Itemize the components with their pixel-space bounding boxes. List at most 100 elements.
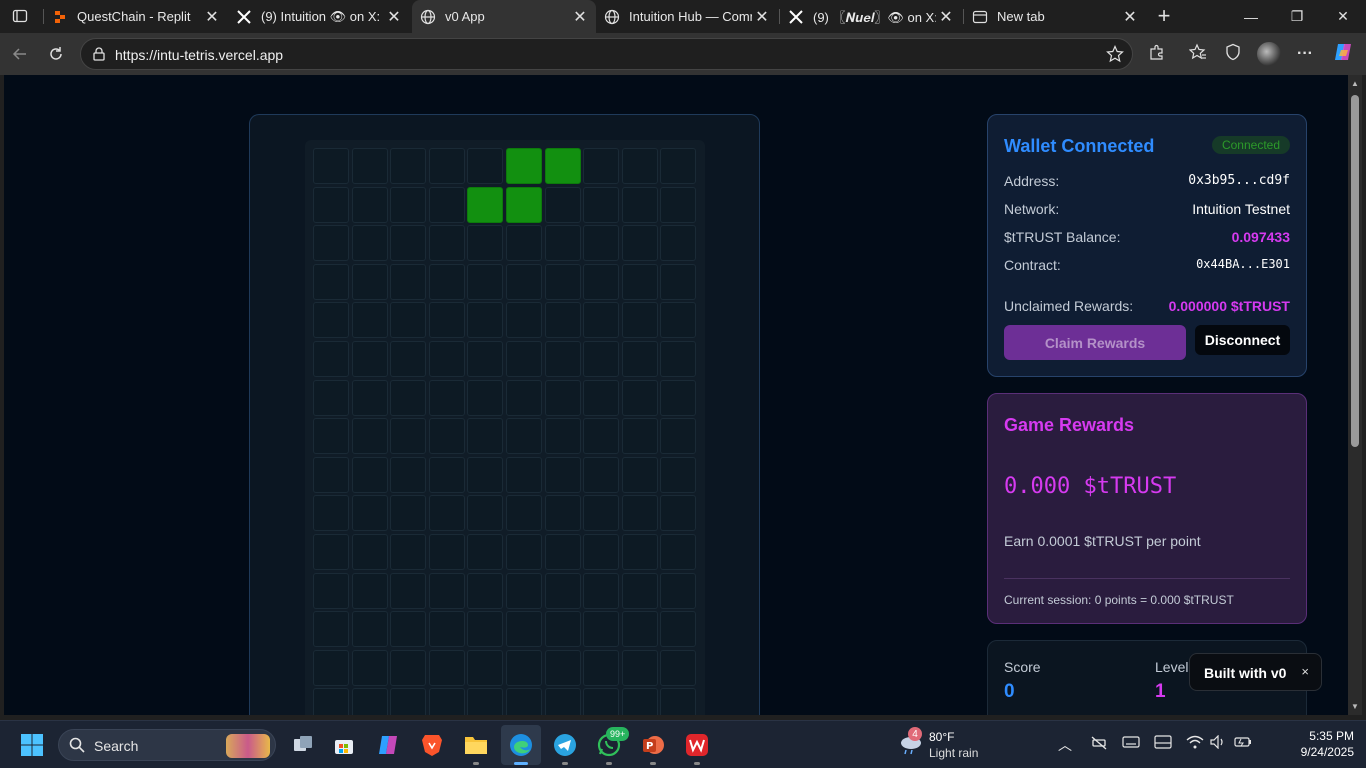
refresh-button[interactable] [44, 42, 68, 66]
show-hidden-icons-chevron-icon[interactable]: ︿ [1058, 735, 1072, 755]
board-cell [621, 302, 658, 339]
scroll-down-icon[interactable]: ▼ [1351, 702, 1359, 711]
weather-widget[interactable]: 4 80°F Light rain [897, 727, 997, 763]
x-logo-icon [788, 9, 804, 25]
store-button[interactable] [330, 731, 358, 759]
score-label: Score [1004, 659, 1041, 675]
tab-close-icon[interactable]: ✕ [752, 7, 772, 27]
globe-icon [420, 9, 436, 25]
board-cell [660, 534, 697, 570]
board-cell [428, 148, 465, 184]
board-cell [390, 456, 427, 493]
tab-close-icon[interactable]: ✕ [570, 7, 590, 27]
board-cell [351, 572, 388, 609]
favorite-star-icon[interactable] [1106, 45, 1124, 68]
tab-nuel-x[interactable]: (9) 〖𝑵𝒖𝒆𝒍〗👁 on X: ✕ [780, 0, 962, 33]
address-value: 0x3b95...cd9f [1188, 173, 1290, 188]
taskbar-search[interactable]: Search [58, 729, 276, 761]
rewards-amount: 0.000 $tTRUST [1004, 474, 1177, 499]
profile-button[interactable] [1257, 42, 1281, 66]
edge-icon [510, 734, 532, 756]
browser-essentials-button[interactable] [1221, 42, 1245, 66]
telegram-button[interactable] [551, 731, 579, 759]
board-cell [467, 418, 504, 455]
minimize-button[interactable]: — [1228, 0, 1274, 33]
board-cell [621, 225, 658, 262]
back-button[interactable] [8, 42, 32, 66]
board-cell [544, 572, 581, 609]
network-value: Intuition Testnet [1192, 201, 1290, 217]
tab-intuition-hub[interactable]: Intuition Hub — Comm ✕ [596, 0, 778, 33]
board-cell [506, 649, 542, 686]
tab-close-icon[interactable]: ✕ [202, 7, 222, 27]
tab-title: (9) 〖𝑵𝒖𝒆𝒍〗👁 on X: [813, 10, 936, 25]
file-explorer-button[interactable] [462, 731, 490, 759]
system-clock[interactable]: 5:35 PM 9/24/2025 [1301, 728, 1354, 760]
url-text[interactable]: https://intu-tetris.vercel.app [115, 47, 283, 63]
scroll-up-icon[interactable]: ▲ [1351, 79, 1359, 88]
restore-icon: ❐ [1290, 8, 1304, 24]
tab-close-icon[interactable]: ✕ [1120, 7, 1140, 27]
board-cell [544, 225, 581, 262]
close-window-button[interactable]: ✕ [1320, 0, 1366, 33]
wifi-icon[interactable] [1186, 735, 1204, 752]
board-cell [428, 225, 465, 262]
page-scrollbar[interactable]: ▲ ▼ [1348, 75, 1362, 715]
tetris-board[interactable] [305, 140, 705, 715]
running-indicator [650, 762, 656, 765]
board-cell [660, 649, 697, 686]
close-icon: ✕ [1337, 8, 1349, 24]
disconnect-button[interactable]: Disconnect [1195, 325, 1290, 355]
balance-value: 0.097433 [1231, 229, 1290, 245]
wps-office-button[interactable] [683, 731, 711, 759]
copilot-button[interactable] [1331, 42, 1355, 66]
powerpoint-icon: P [643, 736, 664, 754]
tab-new-tab[interactable]: New tab ✕ [964, 0, 1146, 33]
running-indicator [562, 762, 568, 765]
tab-intuition-x[interactable]: (9) Intuition 👁 on X: " ✕ [228, 0, 410, 33]
tab-questchain[interactable]: QuestChain - Replit ✕ [44, 0, 228, 33]
task-view-button[interactable] [289, 731, 317, 759]
scrollbar-thumb[interactable] [1351, 95, 1359, 447]
favorites-button[interactable] [1186, 42, 1210, 66]
extensions-button[interactable] [1145, 42, 1169, 66]
tetromino-block [544, 148, 581, 184]
board-cell [506, 456, 542, 493]
display-icon[interactable] [1154, 735, 1172, 752]
restore-button[interactable]: ❐ [1274, 0, 1320, 33]
brave-button[interactable] [418, 731, 446, 759]
claim-rewards-button[interactable]: Claim Rewards [1004, 325, 1186, 360]
tab-actions-button[interactable] [6, 4, 34, 28]
new-tab-button[interactable]: + [1152, 3, 1176, 28]
usb-icon[interactable] [1090, 735, 1108, 754]
settings-more-button[interactable]: ··· [1293, 42, 1317, 66]
board-cell [467, 611, 504, 648]
volume-icon[interactable] [1210, 734, 1226, 752]
board-cell [313, 495, 349, 532]
board-cell [313, 148, 349, 184]
board-cell [660, 688, 697, 715]
tab-actions-icon [12, 9, 28, 23]
edge-button[interactable] [507, 731, 535, 759]
built-with-v0-badge[interactable]: Built with v0 × [1189, 653, 1322, 691]
v0-badge-close-icon[interactable]: × [1301, 664, 1309, 679]
battery-icon[interactable] [1234, 735, 1252, 752]
keyboard-icon[interactable] [1122, 735, 1140, 752]
board-cell [428, 418, 465, 455]
board-cell [467, 495, 504, 532]
board-cell [544, 186, 581, 223]
search-highlight-icon [226, 734, 270, 758]
tab-close-icon[interactable]: ✕ [384, 7, 404, 27]
address-bar[interactable]: https://intu-tetris.vercel.app [80, 38, 1133, 70]
board-cell [583, 379, 620, 416]
session-summary: Current session: 0 points = 0.000 $tTRUS… [1004, 593, 1234, 607]
tab-close-icon[interactable]: ✕ [936, 7, 956, 27]
wallet-title: Wallet Connected [1004, 136, 1155, 156]
site-info-icon[interactable] [91, 46, 107, 67]
tab-v0-app[interactable]: v0 App ✕ [412, 0, 596, 33]
copilot-taskbar-button[interactable] [374, 731, 402, 759]
board-cell [428, 572, 465, 609]
start-button[interactable] [18, 731, 46, 759]
board-cell [313, 534, 349, 570]
powerpoint-button[interactable]: P [639, 731, 667, 759]
